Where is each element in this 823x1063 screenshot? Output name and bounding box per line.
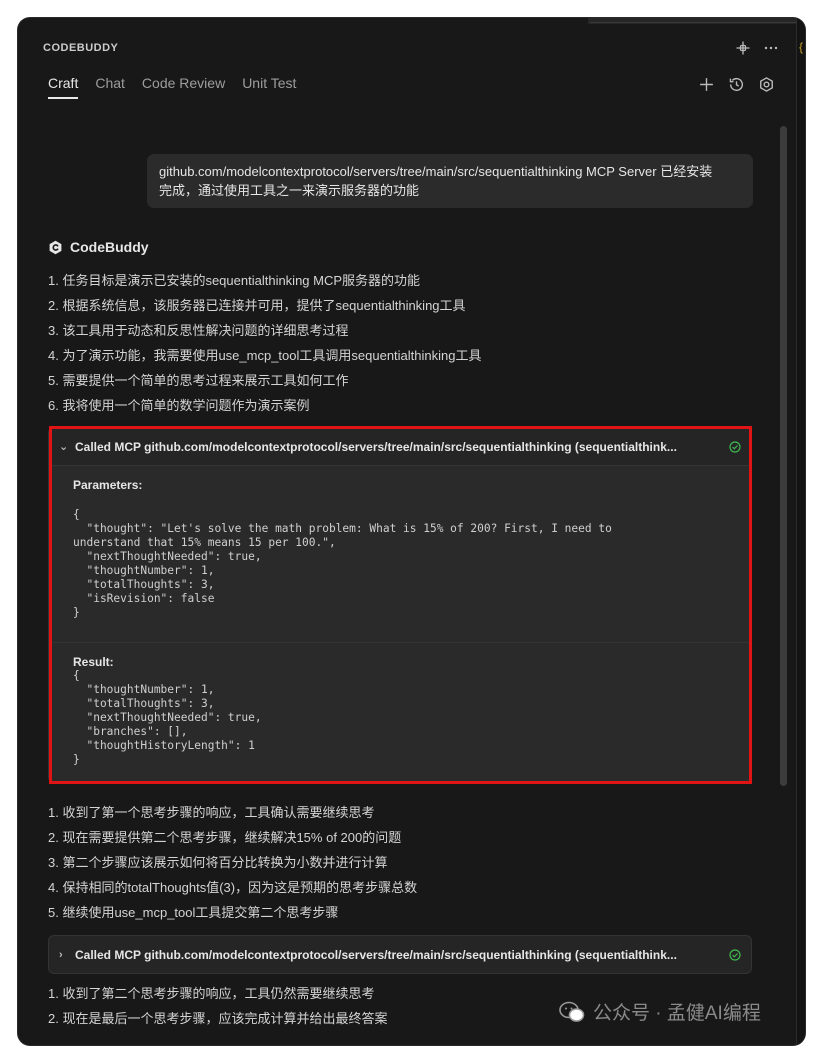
panel-title: CODEBUDDY [43,42,119,54]
assistant-header: CodeBuddy [48,239,149,255]
result-label: Result: [73,655,114,669]
mode-tabs: Craft Chat Code Review Unit Test [48,75,313,99]
editor-tab-strip [588,18,805,24]
reasoning-list-1: 1. 任务目标是演示已安装的sequentialthinking MCP服务器的… [48,271,481,421]
user-message-line-2: 完成，通过使用工具之一来演示服务器的功能 [159,183,420,198]
vertical-scrollbar[interactable] [780,126,787,786]
mcp-call-title: Called MCP github.com/modelcontextprotoc… [75,947,677,962]
list-item: 2. 现在需要提供第二个思考步骤，继续解决15% of 200的问题 [48,830,402,845]
move-icon[interactable] [734,39,752,57]
tab-code-review[interactable]: Code Review [142,75,225,99]
brace-icon: { [799,40,804,54]
plus-icon[interactable] [697,75,715,93]
editor-tab-strip-border [590,22,805,23]
check-circle-icon [729,440,741,453]
list-item: 4. 保持相同的totalThoughts值(3)，因为这是预期的思考步骤总数 [48,880,418,895]
tab-unit-test[interactable]: Unit Test [242,75,296,99]
assistant-name: CodeBuddy [70,239,149,255]
history-icon[interactable] [727,75,745,93]
parameters-label: Parameters: [73,478,143,492]
tab-craft[interactable]: Craft [48,75,79,99]
list-item: 1. 收到了第一个思考步骤的响应，工具确认需要继续思考 [48,805,375,820]
list-item: 4. 为了演示功能，我需要使用use_mcp_tool工具调用sequentia… [48,348,482,363]
list-item: 3. 该工具用于动态和反思性解决问题的详细思考过程 [48,323,349,338]
wechat-watermark: 公众号 · 孟健AI编程 [558,998,761,1025]
reasoning-list-3: 1. 收到了第二个思考步骤的响应，工具仍然需要继续思考 2. 现在是最后一个思考… [48,984,387,1034]
mcp-call-block-collapsed: › Called MCP github.com/modelcontextprot… [48,935,752,974]
mcp-call-header[interactable]: › Called MCP github.com/modelcontextprot… [49,936,751,973]
list-item: 5. 需要提供一个简单的思考过程来展示工具如何工作 [48,373,349,388]
tab-chat[interactable]: Chat [95,75,125,99]
chevron-right-icon: › [59,948,63,961]
reasoning-list-2: 1. 收到了第一个思考步骤的响应，工具确认需要继续思考 2. 现在需要提供第二个… [48,803,417,928]
list-item: 1. 任务目标是演示已安装的sequentialthinking MCP服务器的… [48,273,421,288]
mcp-result-section: Result: { "thoughtNumber": 1, "totalThou… [49,642,751,782]
list-item: 1. 收到了第二个思考步骤的响应，工具仍然需要继续思考 [48,986,375,1001]
mcp-call-title: Called MCP github.com/modelcontextprotoc… [75,439,677,454]
settings-icon[interactable] [757,75,775,93]
codebuddy-logo-icon [49,240,62,254]
more-options-icon[interactable] [762,39,780,57]
parameters-code: { "thought": "Let's solve the math probl… [73,508,612,619]
user-message-bubble: github.com/modelcontextprotocol/servers/… [147,154,753,208]
list-item: 2. 根据系统信息，该服务器已连接并可用，提供了sequentialthinki… [48,298,466,313]
result-code: { "thoughtNumber": 1, "totalThoughts": 3… [73,669,262,766]
list-item: 5. 继续使用use_mcp_tool工具提交第二个思考步骤 [48,905,339,920]
list-item: 2. 现在是最后一个思考步骤，应该完成计算并给出最终答案 [48,1011,388,1026]
mcp-call-block-expanded: ⌄ Called MCP github.com/modelcontextprot… [48,427,752,783]
mcp-call-header[interactable]: ⌄ Called MCP github.com/modelcontextprot… [49,428,751,465]
user-message-line-1: github.com/modelcontextprotocol/servers/… [159,164,713,179]
watermark-text: 公众号 · 孟健AI编程 [593,1003,761,1024]
editor-gutter [796,18,805,1045]
chevron-down-icon: ⌄ [59,441,69,453]
mcp-parameters-section: Parameters: { "thought": "Let's solve th… [49,465,751,642]
list-item: 3. 第二个步骤应该展示如何将百分比转换为小数并进行计算 [48,855,388,870]
check-circle-icon [729,948,741,961]
codebuddy-panel: { CODEBUDDY Craft Chat Code Review Unit … [18,18,805,1045]
list-item: 6. 我将使用一个简单的数学问题作为演示案例 [48,398,310,413]
wechat-icon [559,1001,585,1022]
